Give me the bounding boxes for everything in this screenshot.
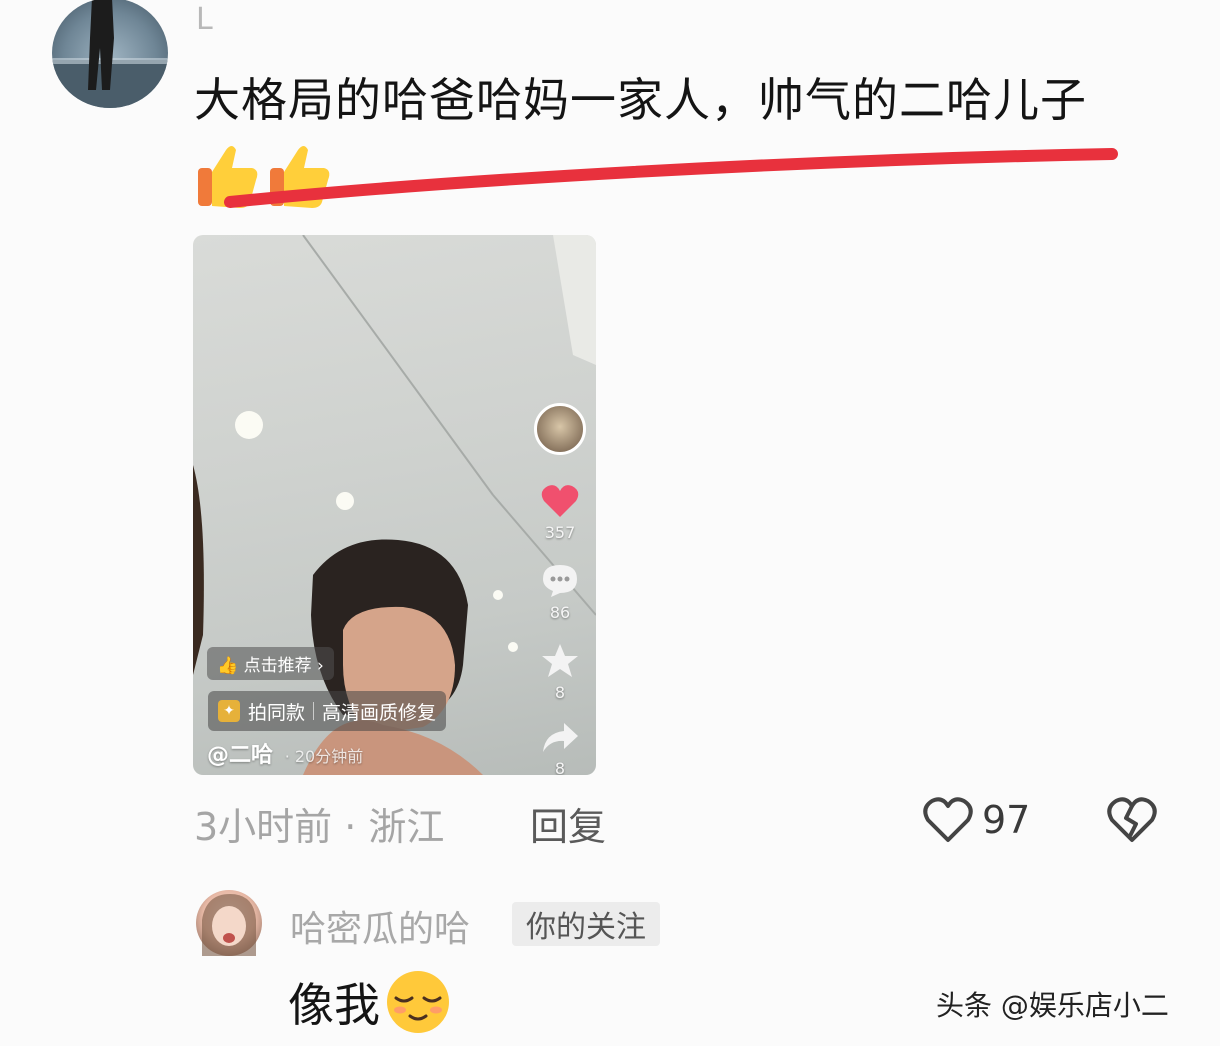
post-time: · 20分钟前 (284, 747, 364, 766)
source-watermark: 头条 @娱乐店小二 (936, 989, 1169, 1022)
recommend-label: 点击推荐 (243, 656, 312, 676)
favorite-action[interactable]: 8 (534, 643, 586, 702)
chevron-right-icon: › (316, 656, 324, 676)
dislike-button[interactable] (1106, 796, 1158, 848)
sparkle-icon: ✦ (218, 700, 240, 722)
recommend-button[interactable]: 👍 点击推荐 › (207, 647, 334, 680)
like-action[interactable]: 357 (534, 483, 586, 542)
video-preview[interactable]: 357 86 8 8 👍 点击推荐 › ✦ 拍同款 高清画质修复 @二哈 · 2… (193, 235, 596, 775)
video-author[interactable]: @二哈 · 20分钟前 (207, 737, 363, 769)
share-arrow-icon (543, 723, 578, 752)
creator-avatar[interactable] (534, 403, 586, 455)
favorite-count: 8 (554, 683, 566, 702)
heart-outline-icon (923, 797, 973, 842)
red-annotation-stroke (224, 148, 1118, 208)
like-count: 357 (544, 523, 576, 542)
comment-text: 大格局的哈爸哈妈一家人，帅气的二哈儿子 (194, 73, 1087, 127)
star-icon (542, 644, 578, 677)
following-badge: 你的关注 (512, 902, 660, 946)
reply-text-row: 像我 (288, 968, 452, 1036)
share-count: 8 (554, 759, 566, 775)
comment-thread: L 大格局的哈爸哈妈一家人，帅气的二哈儿子 357 86 8 8 👍 点击推荐 … (0, 0, 1220, 1046)
comment-action[interactable]: 86 (534, 563, 586, 622)
commenter-username[interactable]: L (196, 2, 213, 37)
like-button[interactable]: 97 (922, 796, 1030, 844)
reply-username[interactable]: 哈密瓜的哈 (290, 900, 470, 952)
video-tools-bar: ✦ 拍同款 高清画质修复 (208, 691, 447, 731)
like-count: 97 (982, 798, 1031, 842)
reply-avatar[interactable] (196, 890, 262, 956)
author-handle: @二哈 (207, 743, 274, 768)
thumbs-up-icon: 👍 (217, 656, 239, 676)
share-action[interactable]: 8 (534, 721, 586, 775)
hd-repair-button[interactable]: 高清画质修复 (322, 698, 436, 725)
reply-text: 像我 (288, 978, 380, 1032)
heart-icon (541, 485, 579, 517)
comment-bubble-icon (543, 565, 577, 597)
broken-heart-icon (1107, 797, 1157, 842)
shoot-same-button[interactable]: 拍同款 (248, 698, 305, 725)
reply-button[interactable]: 回复 (530, 796, 606, 851)
commenter-avatar[interactable] (52, 0, 168, 108)
relieved-face-emoji (387, 971, 449, 1033)
comment-meta: 3小时前 · 浙江 (194, 805, 445, 849)
comment-count: 86 (549, 603, 571, 622)
divider (313, 702, 315, 720)
